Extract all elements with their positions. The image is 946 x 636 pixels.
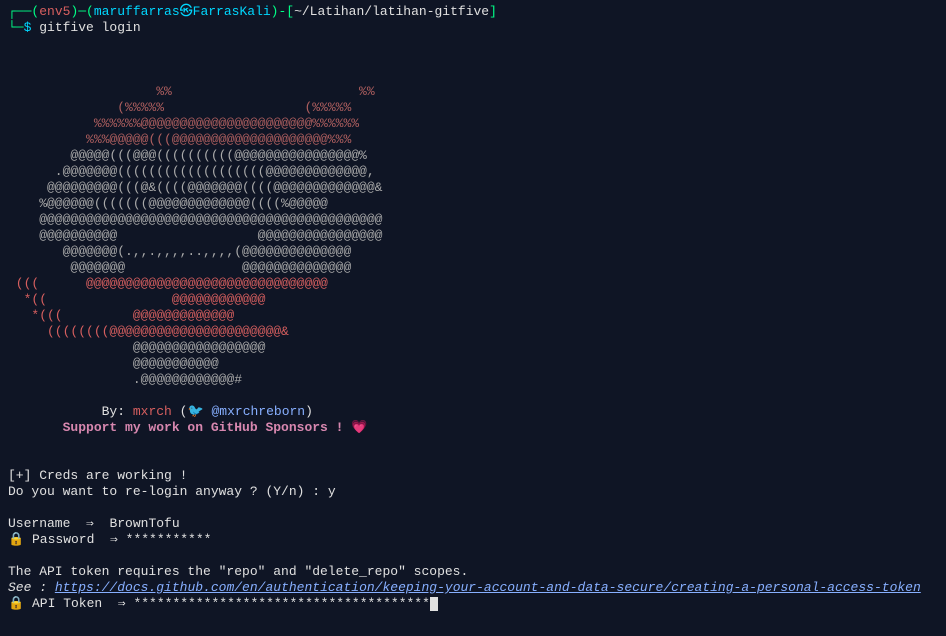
author-name: mxrch [133,404,172,419]
heart-icon: 💗 [351,420,367,435]
docs-link[interactable]: https://docs.github.com/en/authenticatio… [55,580,921,595]
lock-icon: 🔒 [8,596,24,611]
prompt-line: ┌──(env5)─(maruffarras㉿FarrasKali)-[~/La… [8,4,938,20]
password-line: 🔒 Password ⇒ *********** [8,532,938,548]
support-line: Support my work on GitHub Sponsors ! 💗 [8,420,938,436]
scopes-info: The API token requires the "repo" and "d… [8,564,938,580]
token-value: ************************************** [133,596,429,611]
author-line: By: mxrch (🐦 @mxrchreborn) [8,404,938,420]
username-value: BrownTofu [109,516,179,531]
creds-status: [+] Creds are working ! [8,468,938,484]
relogin-prompt: Do you want to re-login anyway ? (Y/n) :… [8,484,938,500]
password-value: *********** [126,532,212,547]
user-host: maruffarras㉿FarrasKali [94,4,271,19]
see-link-line: See : https://docs.github.com/en/authent… [8,580,938,596]
command: gitfive login [39,20,140,35]
token-line[interactable]: 🔒 API Token ⇒ **************************… [8,596,938,612]
cursor [430,597,438,611]
ascii-logo: %% %% (%%%%% (%%%%% %%%%%%@@@@@@@@@@@@@@… [8,84,938,388]
cwd: ~/Latihan/latihan-gitfive [294,4,489,19]
author-handle: @mxrchreborn [211,404,305,419]
terminal[interactable]: ┌──(env5)─(maruffarras㉿FarrasKali)-[~/La… [8,4,938,612]
lock-icon: 🔒 [8,532,24,547]
command-line: └─$ gitfive login [8,20,938,36]
venv-name: env5 [39,4,70,19]
username-line: Username ⇒ BrownTofu [8,516,938,532]
